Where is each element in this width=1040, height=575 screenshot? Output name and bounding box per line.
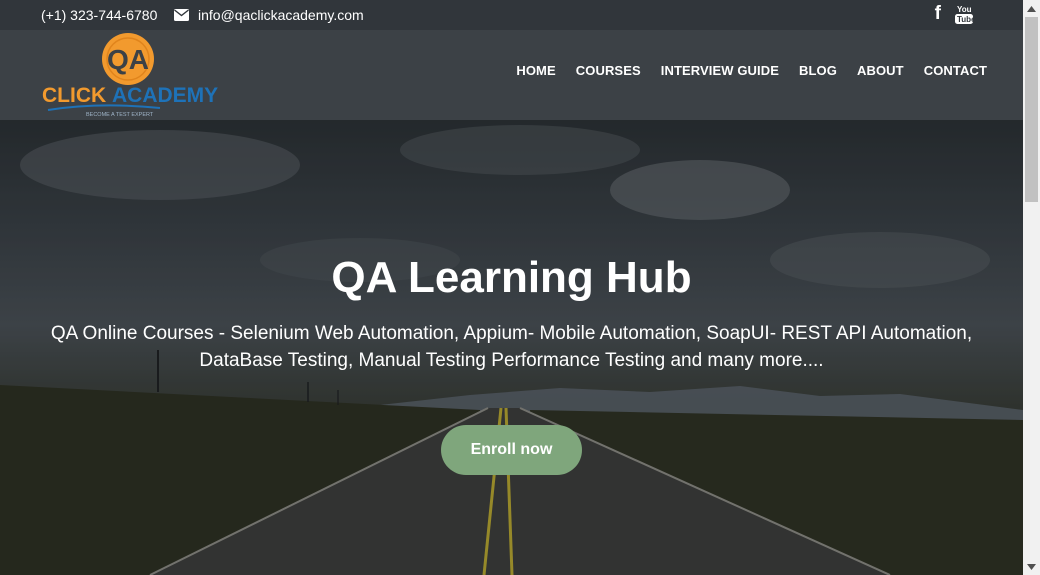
scroll-up-arrow-icon[interactable] [1023, 0, 1040, 17]
main-nav: HOME COURSES INTERVIEW GUIDE BLOG ABOUT … [516, 63, 987, 78]
nav-blog[interactable]: BLOG [799, 63, 837, 78]
scroll-down-arrow-icon[interactable] [1023, 558, 1040, 575]
hero-section: QA Learning Hub QA Online Courses - Sele… [0, 120, 1023, 575]
hero-subtitle-line-1: QA Online Courses - Selenium Web Automat… [50, 323, 973, 344]
logo-name-academy: ACADEMY [112, 84, 218, 107]
logo-name-click: CLICK [42, 84, 106, 107]
contact-bar: (+1) 323-744-6780 info@qaclickacademy.co… [0, 0, 1023, 30]
nav-interview-guide[interactable]: INTERVIEW GUIDE [661, 63, 779, 78]
svg-text:You: You [957, 5, 972, 14]
enroll-now-button[interactable]: Enroll now [441, 425, 582, 475]
vertical-scrollbar[interactable] [1023, 0, 1040, 575]
email-address[interactable]: info@qaclickacademy.com [198, 7, 364, 23]
nav-home[interactable]: HOME [516, 63, 555, 78]
logo-tagline: BECOME A TEST EXPERT [86, 112, 154, 118]
svg-text:Tube: Tube [957, 15, 973, 24]
hero-title: QA Learning Hub [331, 253, 692, 302]
hero-subtitle-line-2: DataBase Testing, Manual Testing Perform… [199, 350, 824, 371]
scrollbar-thumb[interactable] [1025, 17, 1038, 202]
nav-contact[interactable]: CONTACT [924, 63, 987, 78]
page: (+1) 323-744-6780 info@qaclickacademy.co… [0, 0, 1040, 575]
youtube-icon[interactable]: You Tube [955, 4, 973, 24]
qaclick-academy-logo[interactable]: QA CLICK ACADEMY BECOME A TEST EXPERT [40, 32, 218, 118]
logo-mark: QA [107, 44, 149, 75]
social-links: f You Tube [935, 4, 973, 24]
facebook-icon[interactable]: f [935, 4, 941, 24]
nav-about[interactable]: ABOUT [857, 63, 904, 78]
envelope-icon [174, 9, 189, 21]
hero-subtitle: QA Online Courses - Selenium Web Automat… [30, 320, 993, 374]
site-header: QA CLICK ACADEMY BECOME A TEST EXPERT HO… [0, 30, 1023, 120]
nav-courses[interactable]: COURSES [576, 63, 641, 78]
phone-number: (+1) 323-744-6780 [41, 7, 158, 23]
email-contact[interactable]: info@qaclickacademy.com [174, 7, 364, 23]
